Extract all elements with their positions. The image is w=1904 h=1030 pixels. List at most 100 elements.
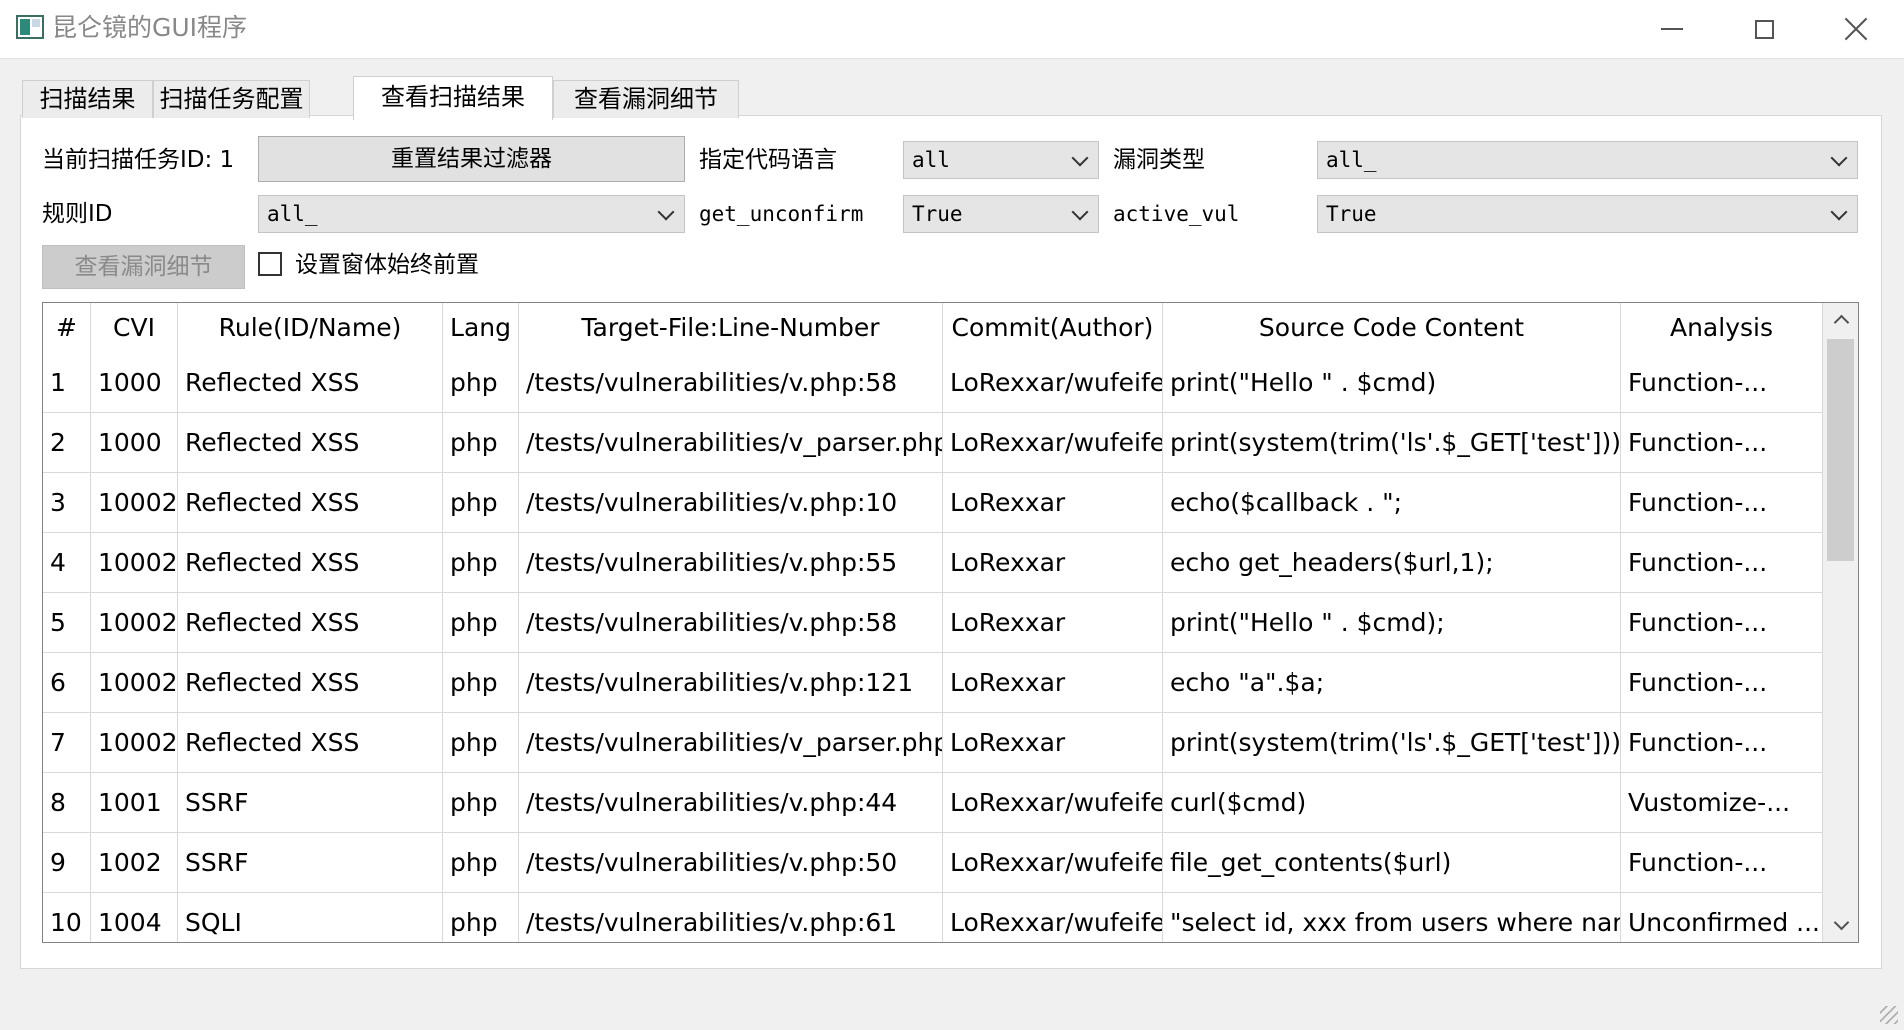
lang-cell: php: [443, 773, 519, 833]
target-file-cell: /tests/vulnerabilities/v.php:44: [519, 773, 943, 833]
reset-filter-button[interactable]: 重置结果过滤器: [258, 136, 685, 182]
row-number-cell: 10: [43, 893, 91, 942]
lang-cell: php: [443, 473, 519, 533]
table-row[interactable]: 9 1002 SSRF php /tests/vulnerabilities/v…: [43, 833, 1823, 893]
cvi-cell: 1001: [91, 773, 178, 833]
active-vul-select[interactable]: True: [1317, 195, 1858, 233]
always-on-top-label: 设置窗体始终前置: [295, 252, 479, 278]
source-code-cell: curl($cmd): [1163, 773, 1621, 833]
table-row[interactable]: 3 10002 Reflected XSS php /tests/vulnera…: [43, 473, 1823, 533]
close-icon: [1844, 17, 1868, 41]
lang-cell: php: [443, 713, 519, 773]
column-header[interactable]: Rule(ID/Name): [178, 303, 443, 353]
chevron-down-icon: [1071, 203, 1089, 221]
table-row[interactable]: 6 10002 Reflected XSS php /tests/vulnera…: [43, 653, 1823, 713]
cvi-cell: 10002: [91, 593, 178, 653]
column-header[interactable]: Analysis: [1621, 303, 1823, 353]
cvi-cell: 1002: [91, 833, 178, 893]
lang-cell: php: [443, 413, 519, 473]
column-header[interactable]: Commit(Author): [943, 303, 1163, 353]
rule-id-select[interactable]: all_: [258, 195, 685, 233]
analysis-cell: Function-...: [1621, 533, 1823, 593]
chevron-down-icon: [657, 203, 675, 221]
analysis-cell: Function-...: [1621, 653, 1823, 713]
target-file-cell: /tests/vulnerabilities/v.php:121: [519, 653, 943, 713]
maximize-icon: [1754, 19, 1774, 39]
table-row[interactable]: 2 1000 Reflected XSS php /tests/vulnerab…: [43, 413, 1823, 473]
target-file-cell: /tests/vulnerabilities/v_parser.php:7: [519, 713, 943, 773]
vuln-type-value: all_: [1326, 148, 1377, 172]
cvi-cell: 10002: [91, 533, 178, 593]
code-language-select[interactable]: all: [903, 141, 1099, 179]
vuln-type-select[interactable]: all_: [1317, 141, 1858, 179]
row-number-cell: 6: [43, 653, 91, 713]
cvi-cell: 1000: [91, 353, 178, 413]
chevron-down-icon: [1071, 149, 1089, 167]
row-number-cell: 4: [43, 533, 91, 593]
source-code-cell: print("Hello " . $cmd);: [1163, 593, 1621, 653]
active-vul-value: True: [1326, 202, 1377, 226]
scroll-up-icon[interactable]: [1833, 314, 1850, 331]
rule-id-value: all_: [267, 202, 318, 226]
column-header[interactable]: Lang: [443, 303, 519, 353]
lang-cell: php: [443, 353, 519, 413]
get-unconfirm-label: get_unconfirm: [699, 202, 864, 226]
resize-grip-icon[interactable]: [1880, 1006, 1898, 1024]
rule-cell: SSRF: [178, 833, 443, 893]
row-number-cell: 1: [43, 353, 91, 413]
table-vertical-scrollbar[interactable]: [1823, 303, 1858, 942]
scrollbar-thumb[interactable]: [1827, 339, 1854, 561]
column-header[interactable]: #: [43, 303, 91, 353]
tab-view-vuln-details[interactable]: 查看漏洞细节: [553, 80, 739, 118]
cvi-cell: 10002: [91, 713, 178, 773]
table-row[interactable]: 4 10002 Reflected XSS php /tests/vulnera…: [43, 533, 1823, 593]
column-header[interactable]: CVI: [91, 303, 178, 353]
chevron-down-icon: [1830, 203, 1848, 221]
tab-scan-task-config[interactable]: 扫描任务配置: [153, 80, 310, 118]
table-row[interactable]: 5 10002 Reflected XSS php /tests/vulnera…: [43, 593, 1823, 653]
source-code-cell: file_get_contents($url): [1163, 833, 1621, 893]
table-row[interactable]: 1 1000 Reflected XSS php /tests/vulnerab…: [43, 353, 1823, 413]
get-unconfirm-select[interactable]: True: [903, 195, 1099, 233]
get-unconfirm-value: True: [912, 202, 963, 226]
cvi-cell: 10002: [91, 653, 178, 713]
commit-author-cell: LoRexxar: [943, 653, 1163, 713]
analysis-cell: Function-...: [1621, 353, 1823, 413]
rule-cell: Reflected XSS: [178, 473, 443, 533]
column-header[interactable]: Source Code Content: [1163, 303, 1621, 353]
analysis-cell: Function-...: [1621, 473, 1823, 533]
table-row[interactable]: 8 1001 SSRF php /tests/vulnerabilities/v…: [43, 773, 1823, 833]
table-row[interactable]: 7 10002 Reflected XSS php /tests/vulnera…: [43, 713, 1823, 773]
column-header[interactable]: Target-File:Line-Number: [519, 303, 943, 353]
maximize-button[interactable]: [1718, 0, 1810, 58]
rule-cell: Reflected XSS: [178, 533, 443, 593]
row-number-cell: 9: [43, 833, 91, 893]
commit-author-cell: LoRexxar/wufeifei: [943, 833, 1163, 893]
close-button[interactable]: [1810, 0, 1902, 58]
target-file-cell: /tests/vulnerabilities/v.php:55: [519, 533, 943, 593]
source-code-cell: print(system(trim('ls'.$_GET['test']))): [1163, 413, 1621, 473]
view-vuln-detail-button[interactable]: 查看漏洞细节: [42, 245, 245, 289]
row-number-cell: 7: [43, 713, 91, 773]
active-vul-label: active_vul: [1113, 202, 1240, 226]
commit-author-cell: LoRexxar/wufeifei: [943, 353, 1163, 413]
commit-author-cell: LoRexxar: [943, 473, 1163, 533]
source-code-cell: print(system(trim('ls'.$_GET['test'])));: [1163, 713, 1621, 773]
row-number-cell: 8: [43, 773, 91, 833]
tab-view-scan-results[interactable]: 查看扫描结果: [353, 76, 553, 120]
code-language-label: 指定代码语言: [699, 147, 837, 173]
task-id-label: 当前扫描任务ID: 1: [42, 147, 235, 173]
commit-author-cell: LoRexxar/wufeifei: [943, 413, 1163, 473]
minimize-button[interactable]: [1626, 0, 1718, 58]
tab-scan-results[interactable]: 扫描结果: [22, 80, 153, 118]
source-code-cell: echo get_headers($url,1);: [1163, 533, 1621, 593]
scroll-down-icon[interactable]: [1833, 914, 1850, 931]
cvi-cell: 10002: [91, 473, 178, 533]
app-icon: [16, 15, 44, 39]
analysis-cell: Function-...: [1621, 593, 1823, 653]
always-on-top-checkbox[interactable]: [258, 252, 282, 276]
rule-cell: Reflected XSS: [178, 653, 443, 713]
rule-cell: Reflected XSS: [178, 713, 443, 773]
table-row[interactable]: 10 1004 SQLI php /tests/vulnerabilities/…: [43, 893, 1823, 942]
target-file-cell: /tests/vulnerabilities/v.php:58: [519, 593, 943, 653]
